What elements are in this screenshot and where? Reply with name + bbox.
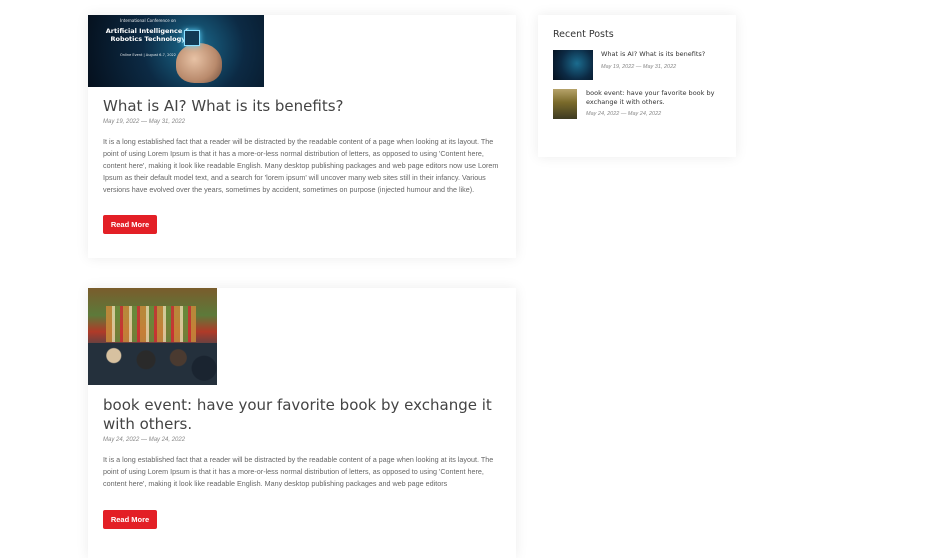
post-card: International Conference on Artificial I… [88,15,516,258]
widget-title: Recent Posts [553,29,614,40]
read-more-button[interactable]: Read More [103,510,157,529]
post-thumbnail[interactable]: International Conference on Artificial I… [88,15,264,87]
recent-posts-widget: Recent Posts What is AI? What is its ben… [538,15,736,157]
recent-post-title[interactable]: What is AI? What is its benefits? [601,50,721,59]
post-title[interactable]: book event: have your favorite book by e… [103,396,503,434]
chip-icon [184,30,200,46]
post-card: book event: have your favorite book by e… [88,288,516,558]
recent-post-date: May 19, 2022 — May 31, 2022 [601,64,677,70]
recent-post-thumbnail[interactable] [553,50,593,80]
recent-post-date: May 24, 2022 — May 24, 2022 [586,111,662,117]
bookshelf-illustration [106,306,196,342]
hand-illustration [176,43,222,83]
post-date: May 24, 2022 — May 24, 2022 [103,437,186,443]
recent-post-title[interactable]: book event: have your favorite book by e… [586,89,721,107]
recent-post-thumbnail[interactable] [553,89,577,119]
recent-post-item[interactable]: book event: have your favorite book by e… [553,89,723,121]
post-excerpt: It is a long established fact that a rea… [103,137,499,194]
read-more-button[interactable]: Read More [103,215,157,234]
post-excerpt: It is a long established fact that a rea… [103,455,494,488]
post-thumbnail[interactable] [88,288,217,385]
recent-post-item[interactable]: What is AI? What is its benefits? May 19… [553,50,723,82]
banner-subtitle: International Conference on [120,18,176,23]
crowd-illustration [88,343,217,385]
post-title[interactable]: What is AI? What is its benefits? [103,97,344,116]
post-date: May 19, 2022 — May 31, 2022 [103,119,186,125]
